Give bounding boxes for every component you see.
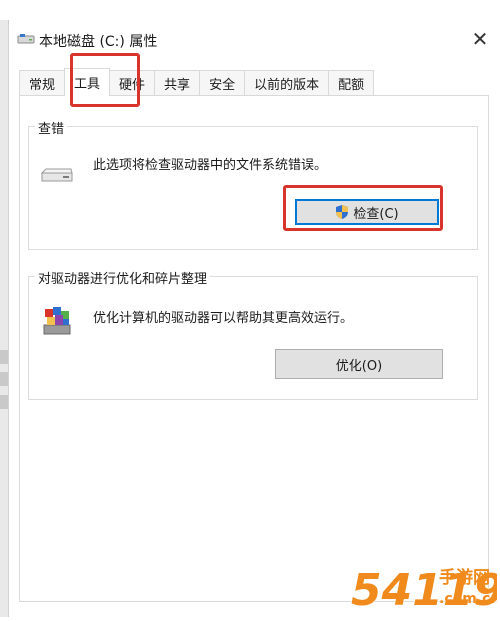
tab-tools[interactable]: 工具: [64, 68, 111, 96]
tab-quota[interactable]: 配额: [328, 70, 375, 96]
error-check-description: 此选项将检查驱动器中的文件系统错误。: [93, 158, 328, 173]
watermark-domain: .com.cn: [439, 591, 497, 607]
watermark-brand-text: 手游网: [439, 567, 490, 588]
optimize-title: 对驱动器进行优化和碎片整理: [35, 268, 211, 287]
window-title: 本地磁盘 (C:) 属性: [39, 34, 158, 50]
optimize-group: 对驱动器进行优化和碎片整理 优化计算机的驱动器可以帮助其更高效运行。 优化(O): [28, 268, 478, 400]
check-button-label: 检查(C): [353, 206, 399, 222]
error-check-title: 查错: [35, 118, 68, 137]
optimize-description: 优化计算机的驱动器可以帮助其更高效运行。: [93, 311, 354, 326]
background-edge-mark: [0, 395, 8, 409]
uac-shield-icon: [335, 204, 349, 220]
tab-bar: 常规 工具 硬件 共享 安全 以前的版本 配额: [19, 68, 375, 96]
tab-sharing[interactable]: 共享: [154, 70, 201, 96]
optimize-button[interactable]: 优化(O): [275, 349, 443, 379]
background-window-edge: [0, 20, 8, 617]
optimize-button-label: 优化(O): [335, 358, 383, 374]
drive-icon: [17, 32, 35, 46]
properties-dialog: 本地磁盘 (C:) 属性 ✕ 常规 工具 硬件 共享 安全 以前的版本 配额 查…: [8, 20, 500, 617]
tab-security[interactable]: 安全: [199, 70, 246, 96]
hard-drive-icon: [39, 165, 75, 191]
background-edge-mark: [0, 350, 8, 364]
tab-hardware[interactable]: 硬件: [109, 70, 156, 96]
error-check-group: 查错 此选项将检查驱动器中的文件系统错误。 检查(C): [28, 118, 478, 250]
tab-general[interactable]: 常规: [19, 70, 66, 96]
tools-panel: 查错 此选项将检查驱动器中的文件系统错误。 检查(C) 对驱动器进行优化和碎片整…: [19, 95, 489, 602]
close-icon: ✕: [471, 27, 489, 51]
close-button[interactable]: ✕: [465, 24, 495, 54]
tab-previous-versions[interactable]: 以前的版本: [244, 70, 330, 96]
check-button[interactable]: 检查(C): [295, 199, 439, 225]
defrag-icon: [41, 303, 73, 341]
background-edge-mark: [0, 372, 8, 386]
site-watermark: 54119 手游网 .com.cn: [349, 551, 500, 617]
title-bar[interactable]: 本地磁盘 (C:) 属性 ✕: [9, 20, 500, 58]
